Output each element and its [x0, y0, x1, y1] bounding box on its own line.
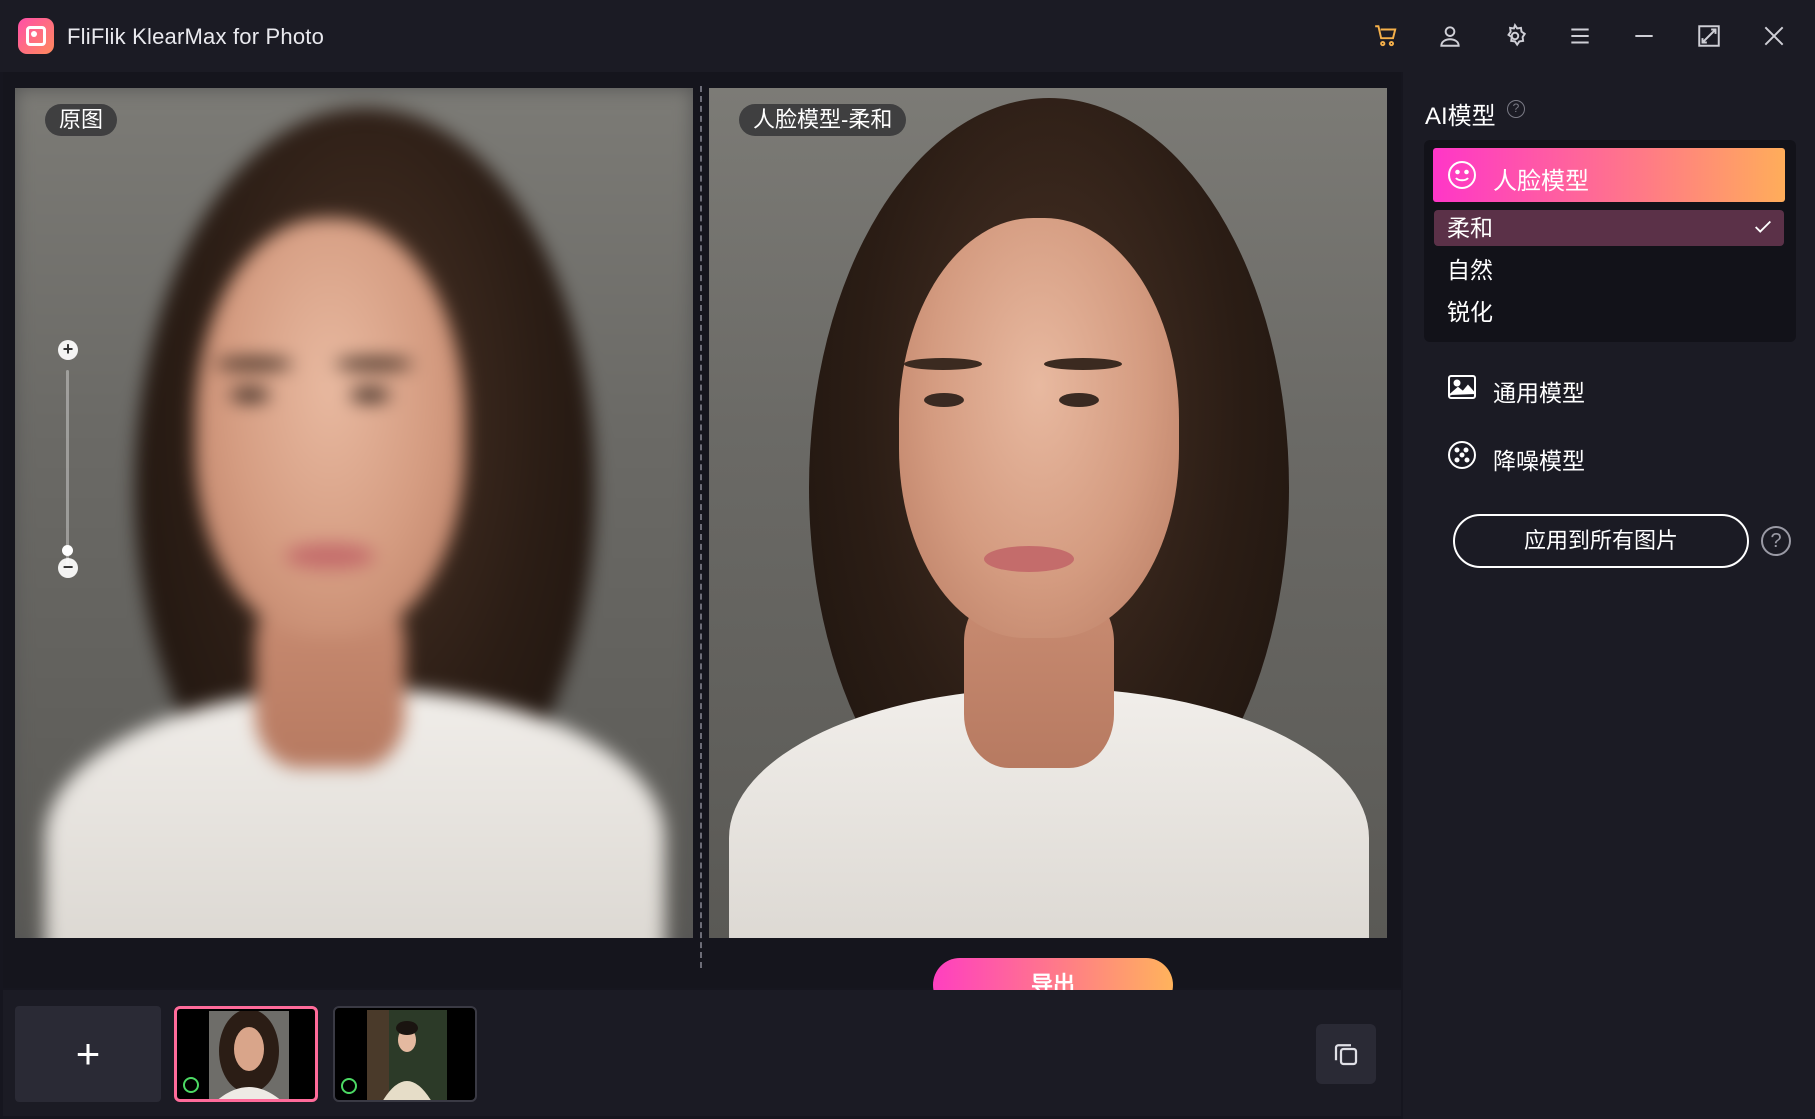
check-icon [1755, 220, 1771, 233]
zoom-in-button[interactable]: + [58, 340, 78, 360]
zoom-track[interactable] [66, 370, 69, 570]
cart-icon[interactable] [1370, 20, 1402, 52]
thumbnail-item[interactable] [174, 1006, 318, 1102]
title-bar: FliFlik KlearMax for Photo [0, 0, 1815, 72]
zoom-thumb[interactable] [62, 545, 73, 556]
general-model-label: 通用模型 [1493, 380, 1585, 406]
help-icon[interactable]: ? [1507, 100, 1525, 118]
thumbnail-image [209, 1011, 289, 1099]
app-logo [18, 18, 54, 54]
maximize-icon[interactable] [1693, 20, 1725, 52]
option-natural[interactable]: 自然 [1434, 252, 1784, 288]
zoom-slider[interactable]: + − [55, 340, 81, 608]
face-model-label: 人脸模型 [1493, 168, 1589, 195]
enhanced-label: 人脸模型-柔和 [739, 104, 907, 136]
original-label: 原图 [45, 104, 118, 136]
thumbnail-image [367, 1010, 447, 1100]
enhanced-photo [709, 88, 1387, 938]
original-photo [15, 88, 693, 938]
face-model-button[interactable]: 人脸模型 [1433, 148, 1785, 202]
image-icon [1448, 375, 1476, 399]
panel-title: AI模型 [1425, 103, 1496, 130]
help-icon[interactable]: ? [1761, 526, 1791, 556]
compare-divider[interactable] [700, 86, 702, 968]
ai-model-panel: AI模型 ? 人脸模型 柔和 自然 锐化 通用模型 降噪模型 应用到所有图片 ? [1403, 72, 1815, 1119]
preview-area: 原图 + − 人脸模型-柔和 导出 [3, 72, 1401, 1012]
denoise-icon [1448, 441, 1476, 469]
denoise-model-label: 降噪模型 [1493, 448, 1585, 474]
minimize-icon[interactable] [1628, 20, 1660, 52]
smile-icon [1448, 161, 1476, 189]
enhanced-image[interactable]: 人脸模型-柔和 [709, 88, 1387, 938]
original-image[interactable]: 原图 + − [15, 88, 693, 938]
processed-badge-icon [183, 1077, 199, 1093]
zoom-out-button[interactable]: − [58, 558, 78, 578]
add-image-button[interactable]: + [15, 1006, 161, 1102]
menu-icon[interactable] [1564, 20, 1596, 52]
app-title: FliFlik KlearMax for Photo [67, 24, 325, 49]
compare-view-button[interactable] [1316, 1024, 1376, 1084]
layers-icon [1334, 1044, 1358, 1066]
processed-badge-icon [341, 1078, 357, 1094]
close-icon[interactable] [1758, 20, 1790, 52]
user-icon[interactable] [1434, 20, 1466, 52]
option-soft[interactable]: 柔和 [1434, 210, 1784, 246]
face-model-group: 人脸模型 柔和 自然 锐化 [1424, 140, 1796, 342]
option-sharpen[interactable]: 锐化 [1434, 294, 1784, 330]
apply-all-button[interactable]: 应用到所有图片 [1453, 514, 1749, 568]
thumbnail-item[interactable] [333, 1006, 477, 1102]
gear-icon[interactable] [1499, 20, 1531, 52]
filmstrip: + [3, 990, 1401, 1116]
